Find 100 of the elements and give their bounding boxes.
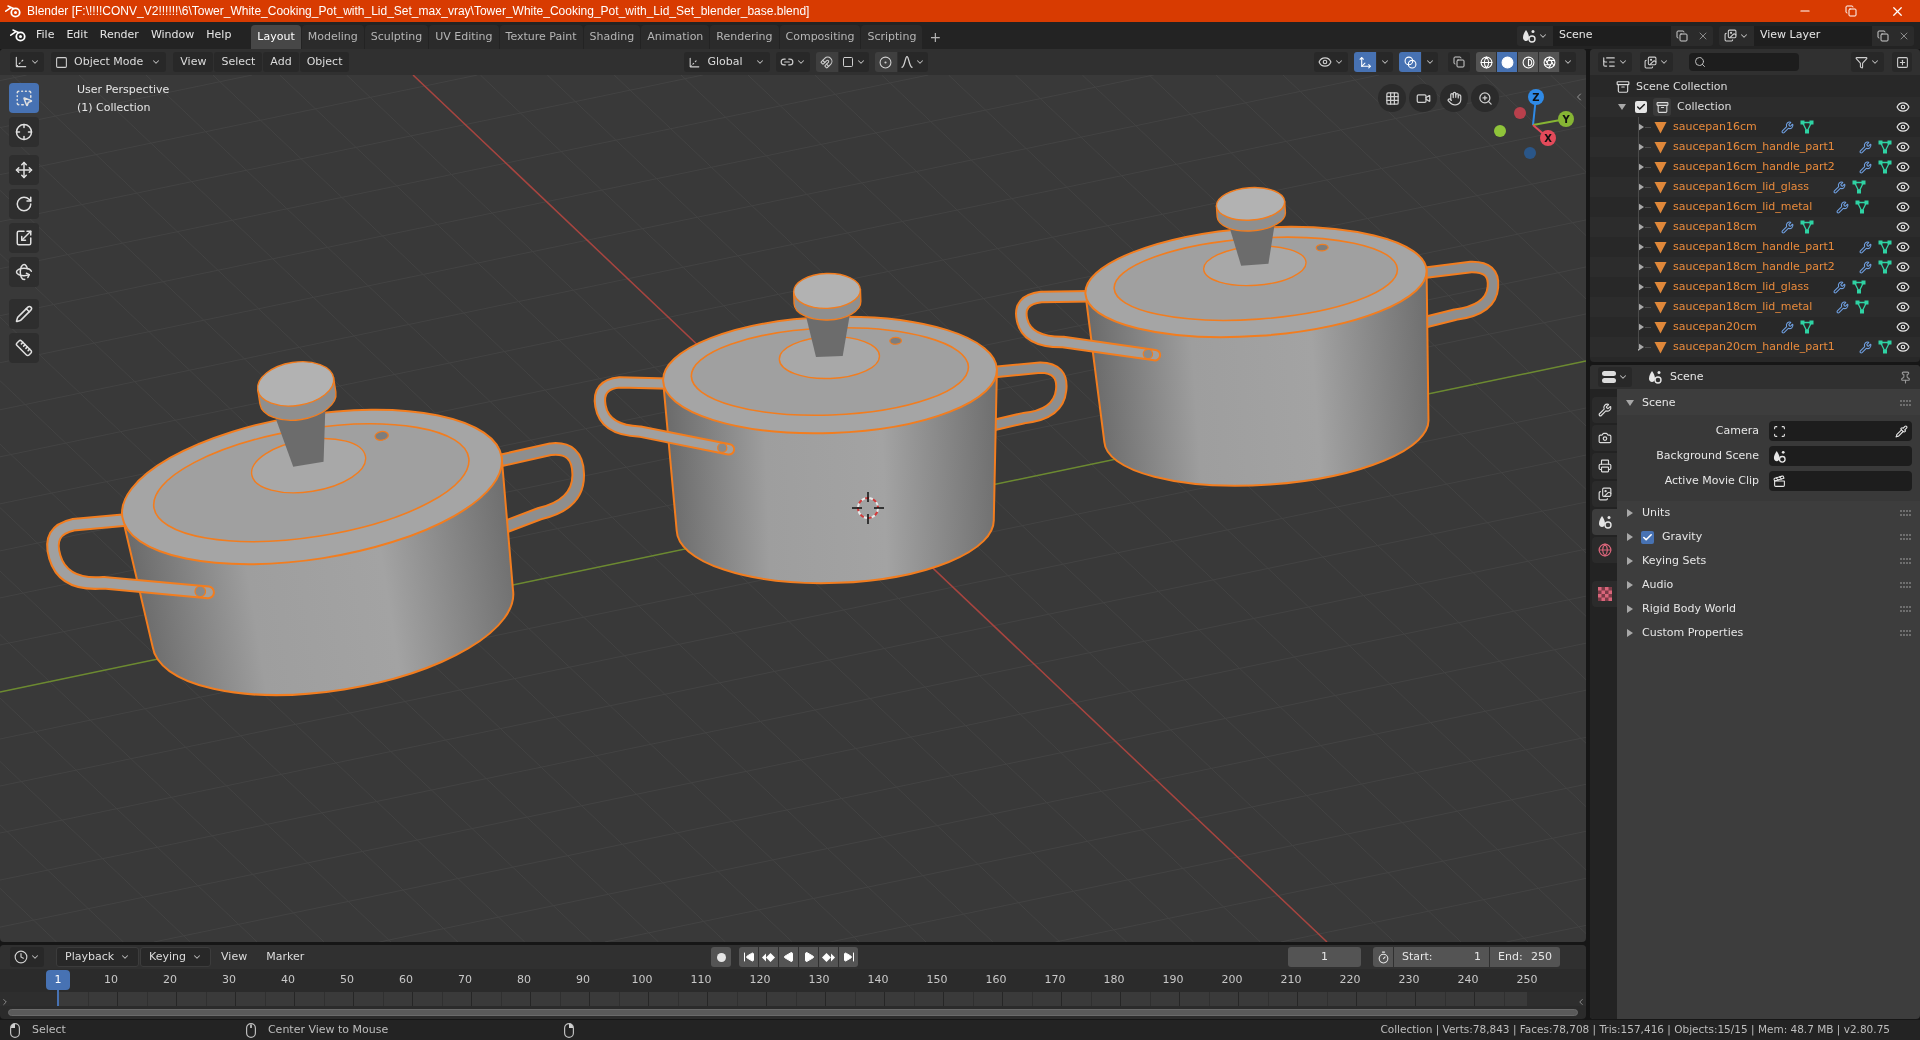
eye-icon[interactable] xyxy=(1896,260,1910,274)
shading-mode-button[interactable] xyxy=(1497,52,1517,72)
drag-handle-icon[interactable] xyxy=(1900,630,1911,636)
tool-button[interactable] xyxy=(9,257,39,287)
scene-field[interactable]: Scene xyxy=(1553,25,1671,46)
properties-tab[interactable] xyxy=(1592,453,1617,479)
object-field[interactable] xyxy=(1769,421,1912,441)
tool-button[interactable] xyxy=(9,189,39,219)
eye-icon[interactable] xyxy=(1896,320,1910,334)
timeline-scrollbar[interactable] xyxy=(8,1009,1578,1016)
triangle-right-icon[interactable] xyxy=(1637,323,1645,331)
xray-toggle[interactable] xyxy=(1448,52,1470,72)
header-menu[interactable]: Add xyxy=(263,52,299,72)
properties-tab[interactable] xyxy=(1592,425,1617,451)
eye-icon[interactable] xyxy=(1896,100,1910,114)
axis-handle[interactable]: Y xyxy=(1532,111,1574,127)
axis-handle[interactable]: Z xyxy=(1528,89,1544,126)
eye-icon[interactable] xyxy=(1896,120,1910,134)
shading-mode-button[interactable] xyxy=(1476,52,1496,72)
workspace-tab[interactable]: Scripting xyxy=(861,25,923,49)
outliner-item[interactable]: Collection xyxy=(1590,97,1920,117)
drag-handle-icon[interactable] xyxy=(1900,606,1911,612)
add-workspace-button[interactable]: + xyxy=(923,25,948,49)
eye-icon[interactable] xyxy=(1896,340,1910,354)
negative-axis-handle[interactable] xyxy=(1514,107,1526,119)
snap-target-dropdown[interactable] xyxy=(838,52,869,72)
negative-axis-handle[interactable] xyxy=(1494,125,1506,137)
falloff-dropdown[interactable] xyxy=(897,52,928,72)
timeline-menu[interactable]: View xyxy=(212,947,257,967)
header-menu[interactable]: Object xyxy=(299,52,350,72)
filter-button[interactable] xyxy=(1851,52,1884,72)
scene-browse-button[interactable] xyxy=(1517,25,1553,46)
tool-button[interactable] xyxy=(9,333,39,363)
perspective-toggle-button[interactable] xyxy=(1378,84,1406,112)
timeline-dropdown[interactable]: Playback xyxy=(56,947,140,967)
properties-tab[interactable] xyxy=(1592,509,1617,535)
outliner-item[interactable]: saucepan16cm_lid_glass xyxy=(1590,177,1920,197)
eye-icon[interactable] xyxy=(1896,240,1910,254)
workspace-tab[interactable]: UV Editing xyxy=(429,25,499,49)
triangle-right-icon[interactable] xyxy=(1626,629,1634,637)
proportional-edit-toggle[interactable] xyxy=(874,52,897,72)
triangle-right-icon[interactable] xyxy=(1637,243,1645,251)
start-frame-field[interactable]: Start: 1 xyxy=(1394,947,1489,967)
triangle-right-icon[interactable] xyxy=(1637,143,1645,151)
triangle-down-icon[interactable] xyxy=(1626,399,1634,407)
workspace-tab[interactable]: Compositing xyxy=(779,25,861,49)
triangle-right-icon[interactable] xyxy=(1626,581,1634,589)
search-field[interactable] xyxy=(1689,53,1799,71)
eye-icon[interactable] xyxy=(1896,200,1910,214)
tool-button[interactable] xyxy=(9,223,39,253)
menu-item[interactable]: Render xyxy=(93,25,145,46)
menu-item[interactable]: File xyxy=(30,25,61,46)
eye-icon[interactable] xyxy=(1896,220,1910,234)
preview-range-toggle[interactable] xyxy=(1373,947,1393,967)
workspace-tab[interactable]: Modeling xyxy=(301,25,364,49)
outliner-item[interactable]: saucepan18cm_handle_part2 xyxy=(1590,257,1920,277)
play-reverse-button[interactable] xyxy=(779,947,799,967)
properties-tab[interactable] xyxy=(1592,397,1617,423)
gizmo-toggle[interactable] xyxy=(1354,52,1376,72)
end-frame-field[interactable]: End: 250 xyxy=(1490,947,1560,967)
triangle-right-icon[interactable] xyxy=(1637,203,1645,211)
triangle-right-icon[interactable] xyxy=(1637,283,1645,291)
orientation-dropdown[interactable]: Global xyxy=(684,52,770,72)
properties-tab[interactable] xyxy=(1592,481,1617,507)
workspace-tab[interactable]: Sculpting xyxy=(364,25,429,49)
outliner-item[interactable]: saucepan18cm_lid_metal xyxy=(1590,297,1920,317)
eye-icon[interactable] xyxy=(1896,140,1910,154)
mode-dropdown[interactable]: Object Mode xyxy=(51,52,167,72)
workspace-tab[interactable]: Animation xyxy=(641,25,710,49)
pan-view-button[interactable] xyxy=(1440,84,1468,112)
triangle-right-icon[interactable] xyxy=(1637,343,1645,351)
triangle-down-icon[interactable] xyxy=(1618,103,1626,111)
pivot-dropdown[interactable] xyxy=(775,52,810,72)
camera-view-button[interactable] xyxy=(1409,84,1437,112)
outliner-item[interactable]: saucepan16cm_handle_part1 xyxy=(1590,137,1920,157)
triangle-right-icon[interactable] xyxy=(1626,509,1634,517)
object-field[interactable] xyxy=(1769,471,1912,491)
shading-mode-button[interactable] xyxy=(1539,52,1559,72)
editor-type-button[interactable] xyxy=(1598,52,1632,72)
editor-type-button[interactable] xyxy=(1598,367,1632,387)
zoom-view-button[interactable] xyxy=(1471,84,1499,112)
visibility-dropdown[interactable] xyxy=(1314,52,1348,72)
header-menu[interactable]: Select xyxy=(214,52,263,72)
jump-to-end-button[interactable] xyxy=(839,947,859,967)
menu-item[interactable]: Window xyxy=(144,25,201,46)
triangle-right-icon[interactable] xyxy=(1637,183,1645,191)
tool-button[interactable] xyxy=(9,299,39,329)
view-layer-field[interactable]: View Layer xyxy=(1754,25,1872,46)
tool-button[interactable] xyxy=(9,117,39,147)
shading-mode-button[interactable] xyxy=(1518,52,1538,72)
triangle-right-icon[interactable] xyxy=(1637,223,1645,231)
object-field[interactable] xyxy=(1769,446,1912,466)
drag-handle-icon[interactable] xyxy=(1900,534,1911,540)
menu-item[interactable]: Help xyxy=(200,25,238,46)
next-keyframe-button[interactable] xyxy=(819,947,839,967)
eye-icon[interactable] xyxy=(1896,280,1910,294)
delete-scene-button[interactable] xyxy=(1693,25,1713,46)
outliner-item[interactable]: saucepan20cm_handle_part1 xyxy=(1590,337,1920,357)
workspace-tab[interactable]: Shading xyxy=(583,25,641,49)
delete-view-layer-button[interactable] xyxy=(1894,25,1914,46)
